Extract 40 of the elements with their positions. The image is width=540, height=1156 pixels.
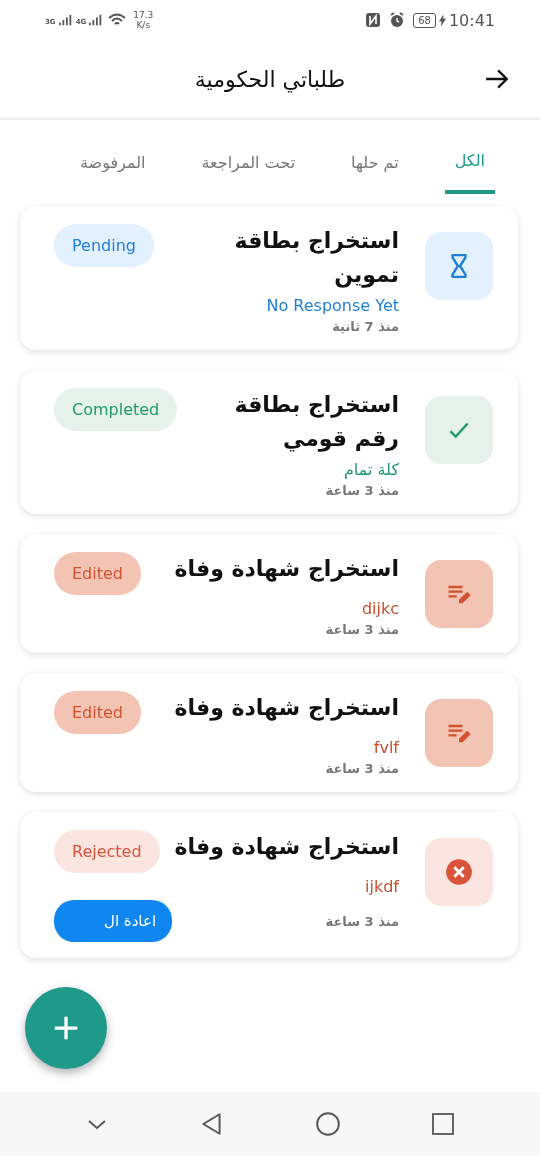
response-note: ijkdf <box>365 877 399 896</box>
tab[interactable]: تم حلها <box>341 120 409 194</box>
response-note: كلة تمام <box>343 460 399 479</box>
request-title: استخراج شهادة وفاة <box>173 555 399 584</box>
request-title: استخراج بطاقة رقم قومي <box>233 391 399 454</box>
request-title: استخراج بطاقة تموين <box>233 227 399 290</box>
battery-level: 68 <box>413 12 436 28</box>
wifi-icon <box>108 13 127 27</box>
status-badge: Rejected <box>54 830 160 873</box>
elapsed-time: منذ 7 ثانية <box>332 319 399 334</box>
clock-time: 10:41 <box>448 10 495 30</box>
resubmit-button[interactable]: اعادة ال <box>54 900 173 942</box>
status-badge: Pending <box>54 224 154 267</box>
elapsed-time: منذ 3 ساعة <box>325 913 399 929</box>
error-icon <box>445 858 473 886</box>
page-title: طلباتي الحكومية <box>194 66 346 92</box>
status-badge: Edited <box>54 691 141 734</box>
elapsed-time: منذ 3 ساعة <box>325 761 399 776</box>
response-note: No Response Yet <box>266 296 399 315</box>
elapsed-time: منذ 3 ساعة <box>325 622 399 637</box>
home-icon[interactable] <box>315 1111 341 1137</box>
signal-icon <box>58 14 73 26</box>
response-note: dijkc <box>361 599 399 618</box>
charging-icon <box>438 13 446 27</box>
nfc-icon <box>365 12 382 28</box>
speed-unit: K/s <box>136 20 151 30</box>
status-badge: Completed <box>54 388 178 431</box>
response-note: fvlf <box>373 738 399 757</box>
speed-value: 17.3 <box>133 10 154 20</box>
add-button[interactable] <box>25 987 107 1069</box>
signal-icon <box>89 14 104 26</box>
tab[interactable]: الكل <box>444 120 495 194</box>
recent-apps-icon[interactable] <box>431 1112 455 1136</box>
tab[interactable]: تحت المراجعة <box>191 120 306 194</box>
request-title: استخراج شهادة وفاة <box>173 833 399 862</box>
tab[interactable]: المرفوضة <box>70 120 156 194</box>
elapsed-time: منذ 3 ساعة <box>325 483 399 498</box>
alarm-icon <box>389 12 406 28</box>
request-title: استخراج شهادة وفاة <box>173 694 399 723</box>
status-badge: Edited <box>54 552 141 595</box>
